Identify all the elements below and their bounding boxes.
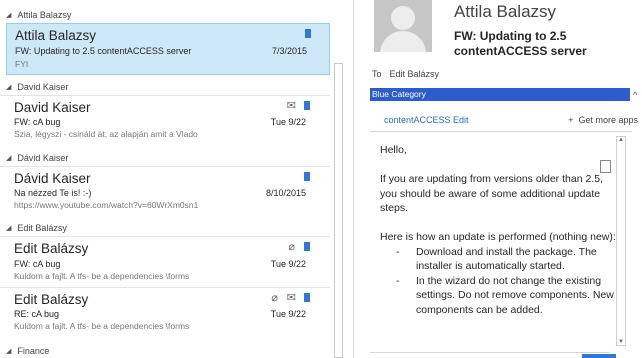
steps-list: - Download and install the package. The i… [380,245,615,318]
message-body-scrollbar[interactable]: ▲ ▼ [616,136,626,346]
forwarded-envelope-icon: ✉ [286,100,296,112]
to-recipient[interactable]: Edit Balázsy [390,69,440,79]
body-paragraph: If you are updating from versions older … [380,173,603,214]
group-header-david-kaiser[interactable]: ◢ David Kaiser [0,79,330,95]
outlook-window: ◢ Attila Balazsy Attila Balazsy FW: Updat… [0,0,642,358]
message-body-text: Hello, If you are updating from versions… [380,143,615,317]
message-subject: Na nézzed Te is! :-) [14,188,92,198]
message-body: Hello, If you are updating from versions… [370,133,615,353]
list-item: - In the wizard do not change the existin… [396,274,614,316]
attachment-icon: ⌀ [271,292,278,304]
sender-avatar[interactable] [374,0,432,52]
group-header-david-kaiser-2[interactable]: ◢ Dávid Kaiser [0,150,330,166]
category-bar[interactable]: Blue Category [370,88,630,101]
message-date: 7/3/2015 [271,46,307,56]
body-paragraph: Here is how an update is performed (noth… [380,231,615,243]
collapse-triangle-icon[interactable]: ◢ [6,8,11,24]
chevron-up-icon[interactable]: ^ [633,90,637,100]
flag-icon[interactable] [304,172,310,181]
body-greeting: Hello, [380,144,407,156]
message-sender: Edit Balázsy [14,292,89,307]
message-subject: FW: Updating to 2.5 contentACCESS server [15,46,192,56]
message-date: Tue 9/22 [270,259,306,269]
message-item[interactable]: Edit Balázsy RE: cA bug Kuldom a fajlt. … [6,288,328,338]
message-list-scroll-thumb[interactable] [334,63,343,358]
group-header-finance[interactable]: ◢ Finance [0,343,330,358]
message-sender: David Kaiser [14,100,91,115]
group-header-edit-balazsy[interactable]: ◢ Edit Balázsy [0,220,330,236]
message-sender: Attila Balazsy [15,28,97,43]
group-header-attila-balazsy[interactable]: ◢ Attila Balazsy [0,7,330,23]
plus-icon: + [568,115,579,125]
message-sender: Dávid Kaiser [14,171,91,186]
message-preview: https://www.youtube.com/watch?v=60WrXm0s… [14,200,199,210]
message-item[interactable]: Dávid Kaiser Na nézzed Te is! :-) https:… [6,167,328,217]
apps-bar: contentACCESS Edit + Get more apps [370,110,642,130]
flag-icon[interactable] [304,101,310,110]
to-line: To Edit Balázsy [372,69,439,79]
flag-icon[interactable] [304,293,310,302]
message-item[interactable]: David Kaiser FW: cA bug Szia, légyszi - … [6,96,328,146]
divider [370,131,632,132]
flag-icon[interactable] [304,242,310,251]
reader-subject: FW: Updating to 2.5 contentACCESS server [454,29,587,58]
avatar-body [380,31,426,52]
scroll-up-icon[interactable]: ▲ [618,137,624,143]
contentaccess-edit-link[interactable]: contentACCESS Edit [384,115,469,125]
message-date: Tue 9/22 [270,309,306,319]
collapse-triangle-icon[interactable]: ◢ [6,221,11,237]
avatar-head [391,6,415,30]
collapse-triangle-icon[interactable]: ◢ [6,151,11,167]
message-item[interactable]: Attila Balazsy FW: Updating to 2.5 conte… [6,23,330,75]
message-subject: FW: cA bug [14,259,61,269]
reader-sender-name[interactable]: Attila Balazsy [454,2,556,22]
message-sender: Edit Balázsy [14,241,89,256]
accent-bar [582,354,616,358]
message-date: Tue 9/22 [270,117,306,127]
reading-pane: Attila Balazsy FW: Updating to 2.5 conte… [354,0,642,358]
message-subject: FW: cA bug [14,117,61,127]
message-list: ◢ Attila Balazsy Attila Balazsy FW: Updat… [0,0,330,358]
message-date: 8/10/2015 [265,188,306,198]
message-subject: RE: cA bug [14,309,60,319]
divider [370,352,610,353]
list-item: - Download and install the package. The i… [396,245,597,273]
attachment-icon: ⌀ [288,241,295,253]
to-label: To [372,69,382,79]
get-more-apps-button[interactable]: + Get more apps [568,115,638,125]
message-preview: Kuldom a fajlt. A tfs- be a dependencies… [14,271,190,281]
message-preview: Szia, légyszi - csináld át, az alapján a… [14,129,198,139]
scroll-down-icon[interactable]: ▼ [618,339,624,345]
collapse-triangle-icon[interactable]: ◢ [6,344,11,358]
message-preview: FYI [15,59,29,69]
collapse-triangle-icon[interactable]: ◢ [6,80,11,96]
message-item[interactable]: Edit Balázsy FW: cA bug Kuldom a fajlt. … [6,237,328,287]
forwarded-envelope-icon: ✉ [286,292,296,304]
flag-icon[interactable] [305,29,311,38]
message-preview: Kuldom a fajlt. A tfs- be a dependencies… [14,321,190,331]
